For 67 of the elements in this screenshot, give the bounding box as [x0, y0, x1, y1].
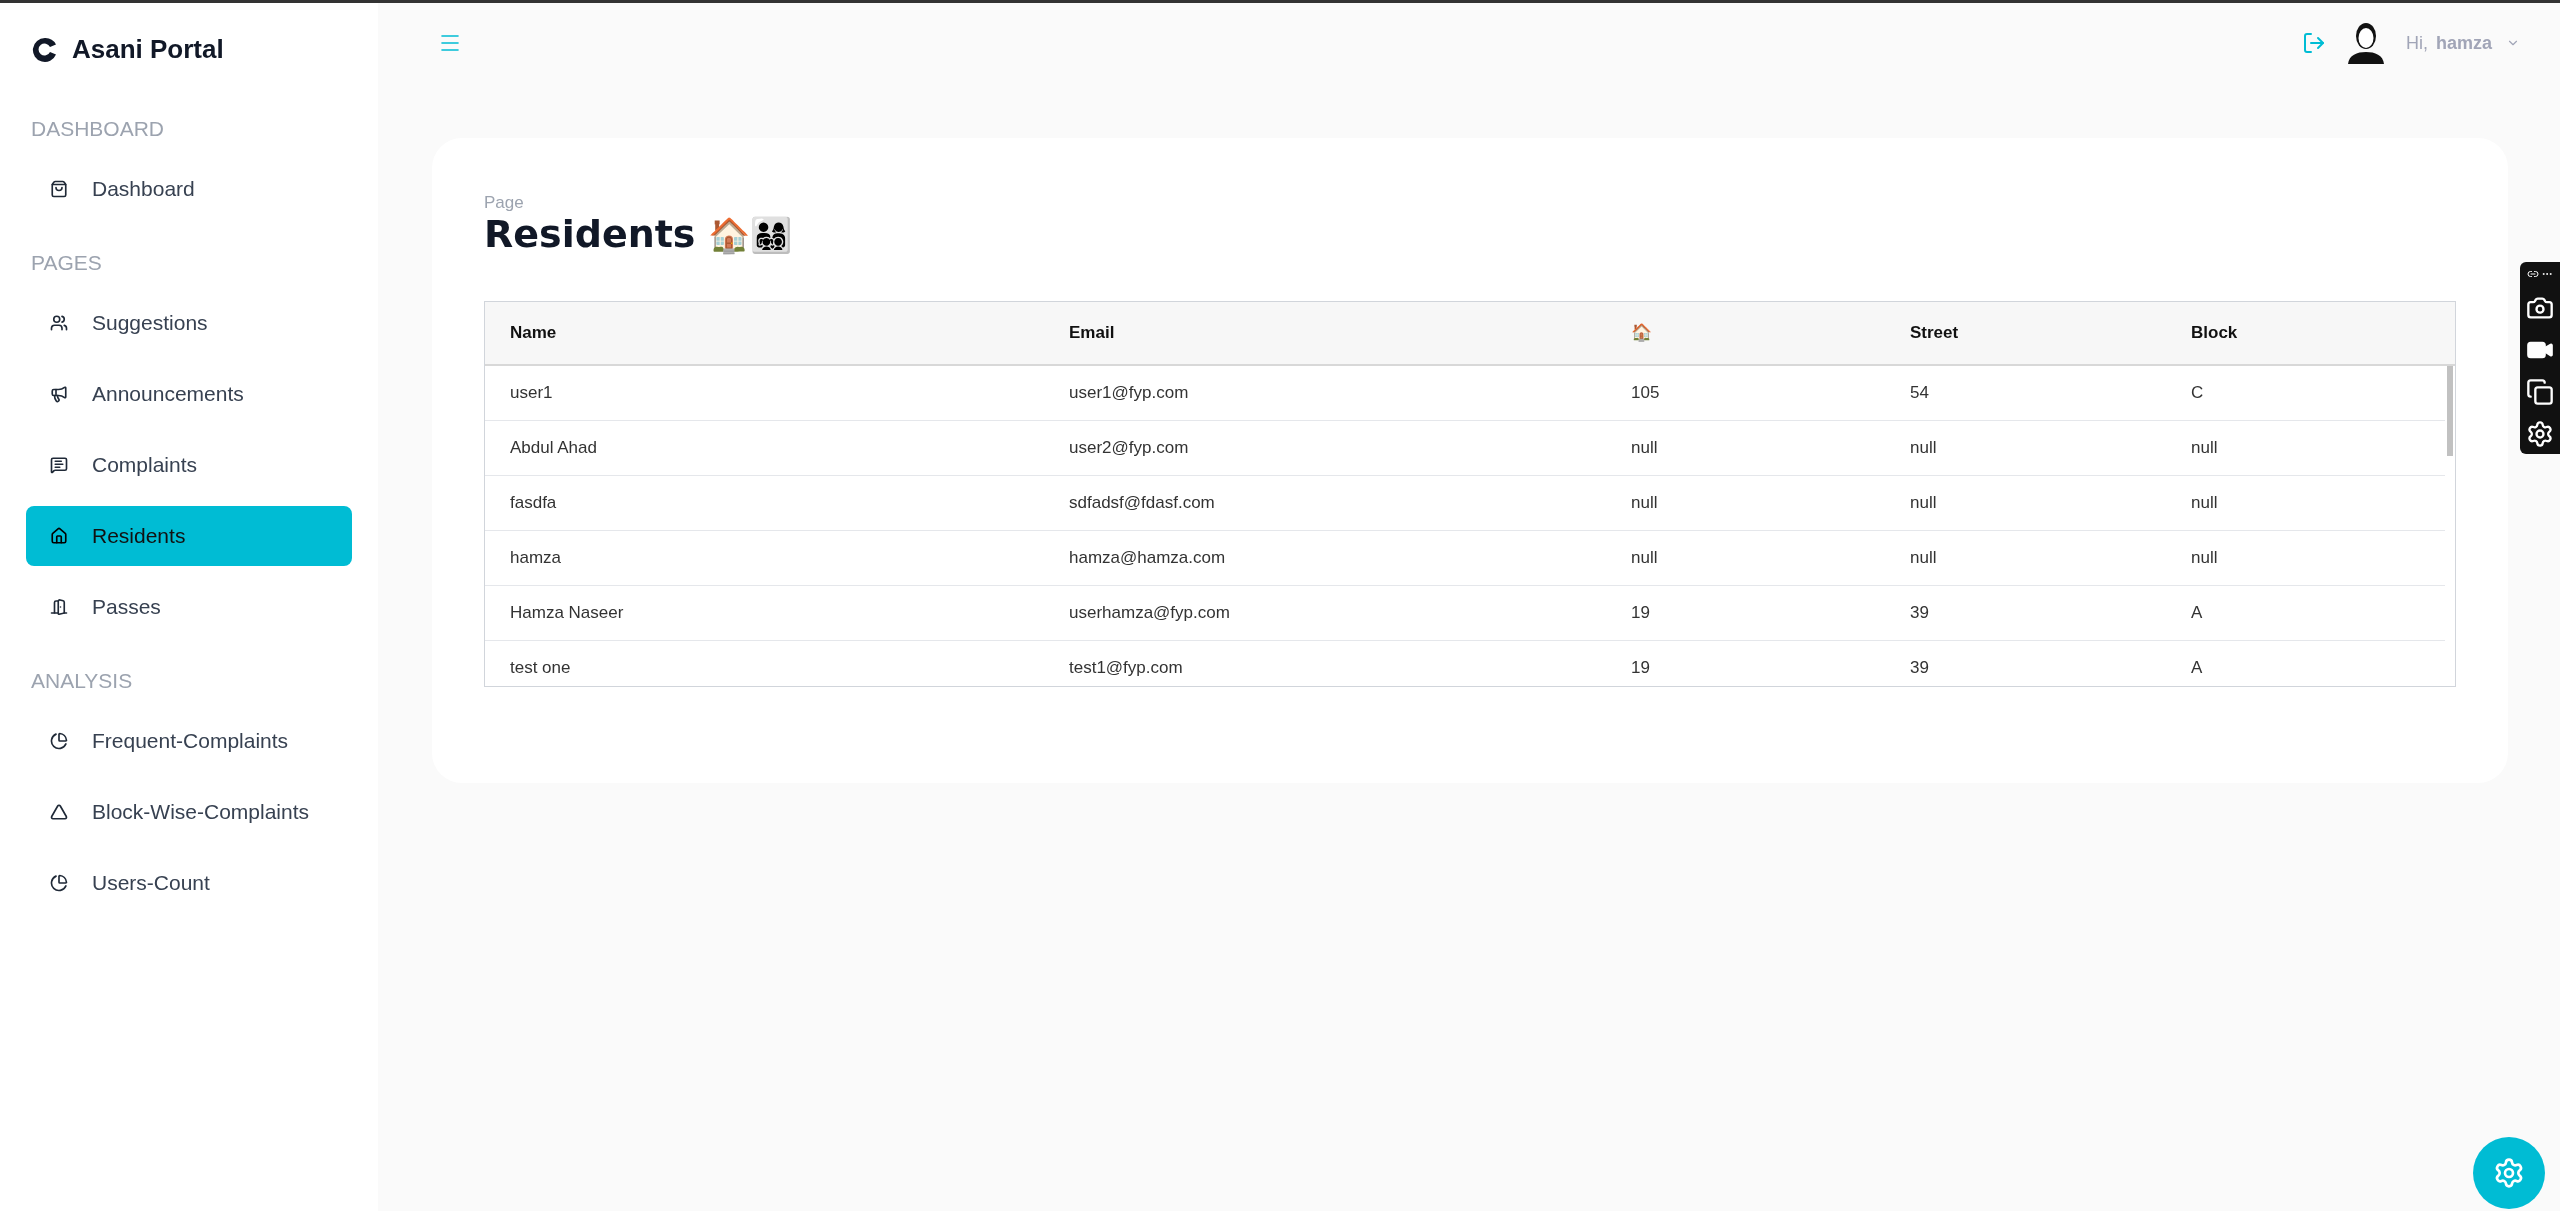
table-cell: null — [2191, 437, 2218, 457]
sidebar-item[interactable]: Frequent-Complaints — [26, 711, 352, 771]
house-icon — [50, 527, 68, 545]
sidebar-item[interactable]: Residents — [26, 506, 352, 566]
table-cell: null — [1631, 547, 1658, 567]
table-cell: userhamza@fyp.com — [1069, 602, 1230, 622]
sidebar-item[interactable]: Dashboard — [26, 159, 352, 219]
section-heading: ANALYSIS — [30, 668, 134, 695]
table-cell: C — [2191, 382, 2204, 402]
greeting-text: Hi, — [2405, 31, 2428, 55]
sidebar-item[interactable]: Announcements — [26, 364, 352, 424]
table-cell: null — [1631, 492, 1658, 512]
table-cell: null — [1910, 492, 1937, 512]
section-heading: DASHBOARD — [30, 116, 166, 143]
logo-icon — [32, 36, 58, 63]
brand-name: Asani Portal — [72, 33, 224, 66]
link-icon[interactable] — [2527, 268, 2539, 280]
table-cell: user1@fyp.com — [1069, 382, 1189, 402]
sidebar-item[interactable]: Suggestions — [26, 293, 352, 353]
settings-icon[interactable] — [2526, 420, 2554, 448]
avatar-icon — [2345, 22, 2386, 64]
triangle-icon — [50, 803, 68, 821]
sidebar-item[interactable]: Passes — [26, 577, 352, 637]
people-icon — [50, 314, 68, 332]
table-cell: Hamza Naseer — [510, 602, 624, 622]
bag-icon — [50, 180, 68, 198]
pie-chart-icon — [50, 732, 68, 750]
door-icon — [50, 598, 68, 616]
table-cell: 105 — [1631, 382, 1660, 402]
table-cell: test one — [510, 657, 571, 677]
table-cell: user1 — [510, 382, 553, 402]
table-cell: null — [2191, 492, 2218, 512]
column-header: Name — [510, 322, 557, 342]
title-emoji: 🏠👨‍👩‍👧‍👦 — [707, 214, 792, 256]
table-cell: test1@fyp.com — [1069, 657, 1183, 677]
megaphone-icon — [50, 385, 68, 403]
table-cell: null — [1631, 437, 1658, 457]
column-header: Block — [2191, 322, 2238, 342]
gear-icon — [2493, 1157, 2525, 1189]
table-cell: A — [2191, 657, 2203, 677]
sidebar-item[interactable]: Complaints — [26, 435, 352, 495]
username: hamza — [2435, 31, 2492, 55]
pie-chart-icon — [50, 874, 68, 892]
sidebar-item[interactable]: Block-Wise-Complaints — [26, 782, 352, 842]
table-cell: 19 — [1631, 602, 1650, 622]
table-cell: null — [1910, 437, 1937, 457]
column-header: 🏠 — [1631, 322, 1652, 342]
windows-icon[interactable] — [2526, 378, 2554, 406]
section-heading: PAGES — [30, 250, 103, 277]
page-title: Residents — [484, 211, 696, 259]
table-cell: null — [1910, 547, 1937, 567]
column-header: Email — [1069, 322, 1115, 342]
page-eyebrow: Page — [484, 192, 525, 214]
table-cell: fasdfa — [510, 492, 557, 512]
table-cell: null — [2191, 547, 2218, 567]
table-cell: hamza@hamza.com — [1069, 547, 1226, 567]
table-cell: 54 — [1910, 382, 1929, 402]
table-cell: 39 — [1910, 602, 1929, 622]
table-cell: A — [2191, 602, 2203, 622]
table-cell: sdfadsf@fdasf.com — [1069, 492, 1215, 512]
table-cell: Abdul Ahad — [510, 437, 597, 457]
table-cell: user2@fyp.com — [1069, 437, 1189, 457]
column-header: Street — [1910, 322, 1959, 342]
table-cell: 39 — [1910, 657, 1929, 677]
table-cell: hamza — [510, 547, 562, 567]
table-cell: 19 — [1631, 657, 1650, 677]
sidebar-item[interactable]: Users-Count — [26, 853, 352, 913]
